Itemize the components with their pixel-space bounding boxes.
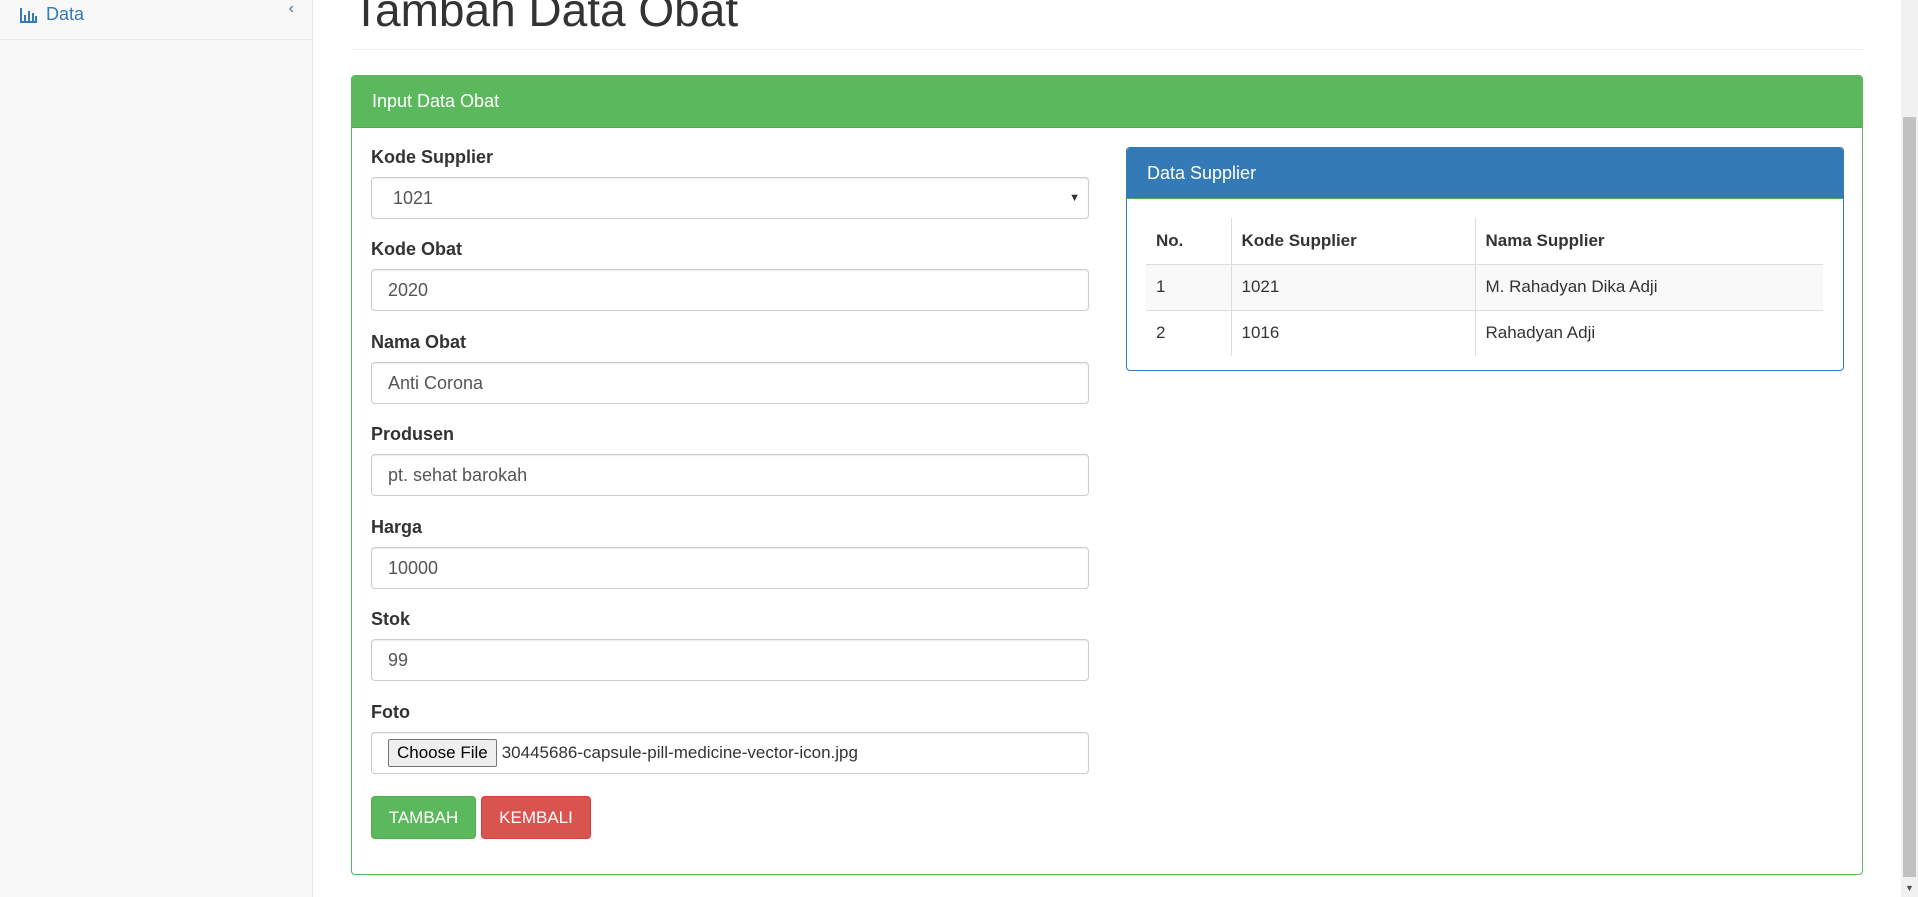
harga-input[interactable]: 10000: [371, 547, 1089, 589]
input-panel-heading: Input Data Obat: [352, 76, 1862, 128]
scroll-down-arrow-icon[interactable]: ▼: [1901, 880, 1918, 897]
foto-file-input: Choose File 30445686-capsule-pill-medici…: [371, 732, 1089, 774]
kode-supplier-label: Kode Supplier: [371, 147, 494, 167]
input-panel: Input Data Obat Kode Supplier 1021 ▼ Kod…: [351, 75, 1863, 875]
nama-obat-label: Nama Obat: [371, 332, 467, 352]
cell-kode-supplier: 1021: [1230, 263, 1475, 310]
scrollbar-thumb[interactable]: [1903, 117, 1916, 877]
cell-no: 2: [1146, 309, 1231, 356]
foto-label: Foto: [371, 702, 410, 722]
supplier-panel: Data Supplier No. Kode Supplier Nama Sup…: [1126, 147, 1844, 371]
chevron-left-icon[interactable]: ‹: [289, 0, 294, 18]
produsen-group: Produsen pt. sehat barokah: [371, 424, 1089, 496]
cell-no: 1: [1146, 263, 1231, 310]
choose-file-button[interactable]: Choose File: [388, 739, 497, 767]
stok-label: Stok: [371, 609, 411, 629]
kode-obat-group: Kode Obat 2020: [371, 239, 1089, 311]
supplier-table: No. Kode Supplier Nama Supplier 1 1021 M…: [1146, 218, 1823, 356]
cell-nama-supplier: M. Rahadyan Dika Adji: [1474, 263, 1823, 310]
vertical-scrollbar[interactable]: ▼: [1901, 0, 1918, 897]
harga-group: Harga 10000: [371, 517, 1089, 589]
sidebar-item-data[interactable]: Data ‹: [0, 0, 312, 40]
foto-group: Foto Choose File 30445686-capsule-pill-m…: [371, 702, 1089, 774]
table-header-row: No. Kode Supplier Nama Supplier: [1146, 218, 1823, 265]
sidebar-item-label: Data: [46, 4, 85, 24]
kode-obat-label: Kode Obat: [371, 239, 463, 259]
nama-obat-input[interactable]: Anti Corona: [371, 362, 1089, 404]
harga-label: Harga: [371, 517, 423, 537]
kode-supplier-group: Kode Supplier 1021 ▼: [371, 147, 1089, 219]
cell-nama-supplier: Rahadyan Adji: [1474, 309, 1823, 356]
table-row: 2 1016 Rahadyan Adji: [1146, 309, 1823, 356]
supplier-panel-heading: Data Supplier: [1127, 148, 1843, 199]
kode-supplier-select[interactable]: 1021 ▼: [371, 177, 1089, 219]
produsen-input[interactable]: pt. sehat barokah: [371, 454, 1089, 496]
stok-group: Stok 99: [371, 609, 1089, 681]
page-title: Tambah Data Obat: [352, 0, 739, 36]
nama-obat-group: Nama Obat Anti Corona: [371, 332, 1089, 404]
column-header-kode-supplier: Kode Supplier: [1230, 218, 1475, 265]
caret-down-icon: ▼: [1069, 192, 1080, 204]
produsen-label: Produsen: [371, 424, 455, 444]
kode-obat-input[interactable]: 2020: [371, 269, 1089, 311]
kembali-button[interactable]: KEMBALI: [481, 796, 591, 839]
tambah-button[interactable]: TAMBAH: [371, 796, 476, 839]
kode-supplier-value: 1021: [393, 188, 434, 208]
table-row: 1 1021 M. Rahadyan Dika Adji: [1146, 263, 1823, 310]
stok-input[interactable]: 99: [371, 639, 1089, 681]
column-header-no: No.: [1146, 218, 1231, 265]
sidebar: Data ‹: [0, 0, 313, 897]
bar-chart-icon: [20, 7, 38, 28]
selected-file-name: 30445686-capsule-pill-medicine-vector-ic…: [501, 743, 858, 762]
page-header-divider: [352, 49, 1863, 50]
column-header-nama-supplier: Nama Supplier: [1474, 218, 1823, 265]
cell-kode-supplier: 1016: [1230, 309, 1475, 356]
